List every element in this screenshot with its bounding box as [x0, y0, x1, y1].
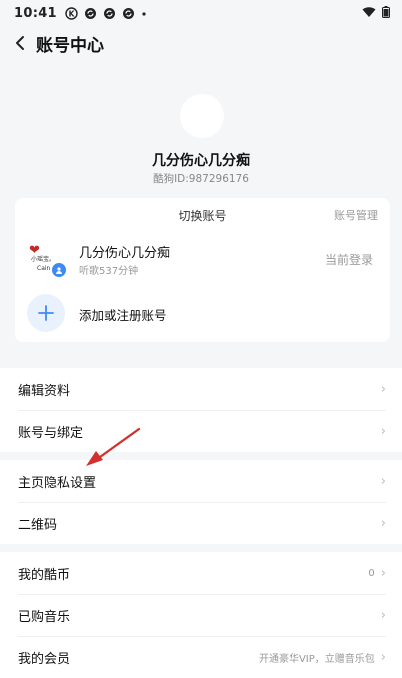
menu-group-profile: 编辑资料 › 账号与绑定 ›: [0, 368, 402, 452]
menu-item-label: 我的酷币: [18, 567, 71, 583]
switch-account-header: 切换账号 账号管理: [15, 198, 390, 230]
back-arrow-icon: [16, 36, 24, 50]
menu-group-wallet: 我的酷币 0 › 已购音乐 › 我的会员 开通豪华VIP，立赠音乐包 ›: [0, 552, 402, 678]
battery-icon: [382, 6, 390, 18]
avatar-text-top: 小瑶宝。: [31, 256, 56, 263]
menu-item-label: 主页隐私设置: [18, 475, 97, 491]
svg-text:K: K: [68, 9, 75, 18]
menu-item-label: 我的会员: [18, 651, 71, 667]
wifi-icon: [362, 7, 376, 17]
profile-name: 几分伤心几分痴: [152, 153, 250, 169]
k-icon: K: [65, 6, 78, 20]
sync-icon: [103, 7, 115, 19]
account-avatar: ❤ 小瑶宝。 Cain: [27, 238, 67, 278]
chevron-right-icon: ›: [380, 649, 386, 665]
account-manage-link[interactable]: 账号管理: [334, 207, 378, 223]
switch-account-card: 切换账号 账号管理 ❤ 小瑶宝。 Cain 几分伤心几分痴 听歌537分钟 当前…: [15, 198, 390, 342]
menu-item-my-coins[interactable]: 我的酷币 0 ›: [0, 552, 402, 594]
status-bar: 10:41 K: [0, 0, 402, 26]
login-badge-icon: [51, 262, 67, 278]
profile-id: 酷狗ID:987296176: [153, 173, 249, 185]
add-icon: [27, 294, 65, 332]
current-account-row[interactable]: ❤ 小瑶宝。 Cain 几分伤心几分痴 听歌537分钟 当前登录: [15, 234, 390, 282]
menu-item-purchased-music[interactable]: 已购音乐 ›: [0, 594, 402, 636]
menu-group-privacy: 主页隐私设置 › 二维码 ›: [0, 460, 402, 544]
status-right: [362, 6, 390, 18]
sync-icon: [84, 7, 96, 19]
menu-item-label: 编辑资料: [18, 383, 71, 399]
menu-item-label: 账号与绑定: [18, 425, 84, 441]
nav-bar: 账号中心: [0, 26, 402, 60]
chevron-right-icon: ›: [380, 607, 386, 623]
chevron-right-icon: ›: [380, 423, 386, 439]
chevron-right-icon: ›: [380, 381, 386, 397]
menu-item-account-binding[interactable]: 账号与绑定 ›: [0, 410, 402, 452]
account-listen-time: 听歌537分钟: [79, 266, 139, 277]
add-account-button[interactable]: 添加或注册账号: [15, 294, 390, 334]
avatar[interactable]: [180, 94, 224, 138]
current-login-status: 当前登录: [324, 253, 373, 267]
add-account-label: 添加或注册账号: [79, 308, 167, 323]
menu-item-qr-code[interactable]: 二维码 ›: [0, 502, 402, 544]
account-name: 几分伤心几分痴: [79, 246, 171, 261]
chevron-right-icon: ›: [380, 515, 386, 531]
sync-icon: [122, 7, 134, 19]
vip-promo-text: 开通豪华VIP，立赠音乐包: [258, 653, 375, 665]
status-icons: K: [65, 6, 147, 20]
dot-icon: [142, 11, 146, 16]
menu-item-privacy-settings[interactable]: 主页隐私设置 ›: [0, 460, 402, 502]
menu-item-label: 已购音乐: [18, 609, 71, 625]
coin-balance: 0: [368, 567, 375, 579]
menu-item-label: 二维码: [18, 517, 58, 533]
page-title: 账号中心: [36, 35, 104, 56]
chevron-right-icon: ›: [380, 473, 386, 489]
status-time: 10:41: [14, 5, 57, 21]
menu-item-edit-profile[interactable]: 编辑资料 ›: [0, 368, 402, 410]
back-button[interactable]: [6, 29, 34, 57]
chevron-right-icon: ›: [380, 565, 386, 581]
avatar-text-bottom: Cain: [37, 265, 51, 272]
